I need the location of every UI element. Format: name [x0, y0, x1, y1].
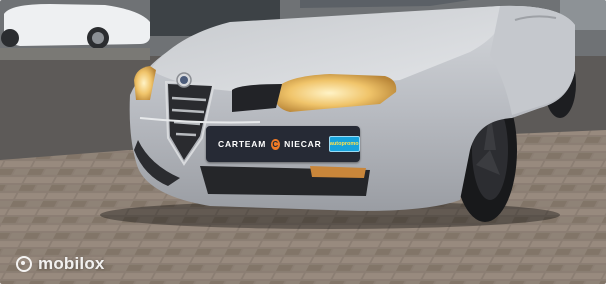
mobilox-watermark: mobilox: [16, 254, 105, 274]
plate-right-word: NIECAR: [284, 139, 322, 149]
plate-emblem-icon: C: [271, 138, 281, 150]
mobilox-ring-icon: [16, 256, 32, 272]
plate-left-word: CARTEAM: [218, 139, 267, 149]
dealer-license-plate: CARTEAM C NIECAR autopromo: [206, 126, 360, 162]
car-photo: CARTEAM C NIECAR autopromo mobilox: [0, 0, 606, 284]
plate-badge: autopromo: [328, 136, 360, 152]
watermark-text: mobilox: [38, 254, 105, 273]
